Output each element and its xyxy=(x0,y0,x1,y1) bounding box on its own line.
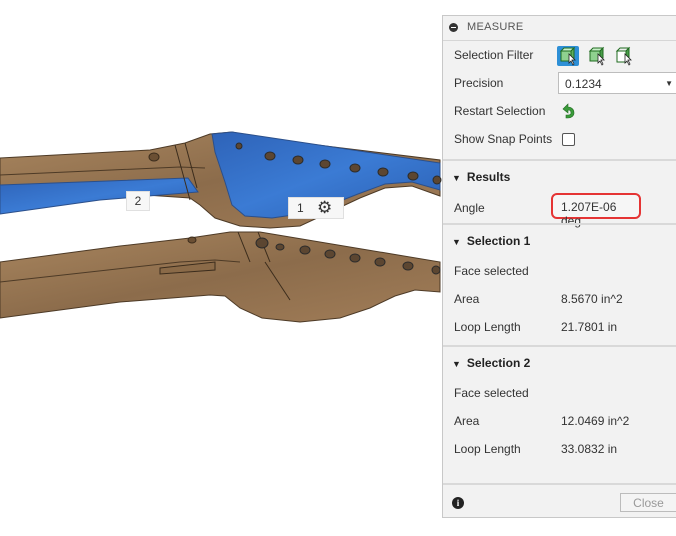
selection-1-loop-label: Loop Length xyxy=(454,320,521,334)
precision-value: 0.1234 xyxy=(565,77,602,91)
restart-icon[interactable] xyxy=(560,103,576,123)
precision-dropdown[interactable]: 0.1234 ▼ xyxy=(558,72,676,94)
selection-1-marker-number: 1 xyxy=(297,201,304,215)
upper-guitar-neck[interactable] xyxy=(0,131,442,229)
selection-filter-row: Selection Filter xyxy=(443,41,676,69)
panel-header: MEASURE xyxy=(443,16,676,41)
selection-2-heading: Selection 2 xyxy=(466,356,531,370)
lower-guitar-neck[interactable] xyxy=(0,231,441,323)
selection-1-loop-value: 21.7801 in xyxy=(561,320,618,334)
selection-filter-label: Selection Filter xyxy=(454,48,534,62)
face-filter-icon[interactable] xyxy=(557,46,579,66)
selection-1-area-label: Area xyxy=(454,292,480,306)
restart-selection-label: Restart Selection xyxy=(454,104,546,118)
selection-1-header[interactable]: ▼ Selection 1 xyxy=(452,234,530,248)
selection-2-area-value: 12.0469 in^2 xyxy=(561,414,630,428)
gear-icon[interactable]: ⚙ xyxy=(317,198,332,218)
selection-1-section: ▼ Selection 1 Face selected Area 8.5670 i… xyxy=(443,223,676,347)
show-snap-points-label: Show Snap Points xyxy=(454,132,553,146)
collapse-triangle-icon: ▼ xyxy=(452,173,461,183)
angle-label: Angle xyxy=(454,201,485,215)
precision-label: Precision xyxy=(454,76,504,90)
show-snap-points-row: Show Snap Points xyxy=(443,125,676,153)
collapse-triangle-icon: ▼ xyxy=(452,359,461,369)
selection-2-loop-label: Loop Length xyxy=(454,442,521,456)
selection-2-marker-number: 2 xyxy=(134,194,142,208)
selection-1-area-value: 8.5670 in^2 xyxy=(561,292,623,306)
measure-panel: MEASURE Selection Filter Precision 0.123… xyxy=(442,15,676,518)
results-heading: Results xyxy=(466,170,511,184)
selection-2-area-label: Area xyxy=(454,414,480,428)
body-filter-icon[interactable] xyxy=(613,46,635,66)
panel-footer: i Close xyxy=(443,483,676,521)
selection-1-status: Face selected xyxy=(454,264,529,278)
selection-1-marker[interactable]: 1 ⚙ xyxy=(288,197,344,219)
show-snap-points-checkbox[interactable] xyxy=(562,133,575,146)
collapse-icon[interactable] xyxy=(449,23,458,32)
info-icon[interactable]: i xyxy=(452,497,464,509)
chevron-down-icon: ▼ xyxy=(665,79,673,88)
selection-1-heading: Selection 1 xyxy=(466,234,531,248)
panel-title: MEASURE xyxy=(467,21,524,33)
restart-selection-row: Restart Selection xyxy=(443,97,676,125)
precision-row: Precision 0.1234 ▼ xyxy=(443,69,676,97)
selection-2-status: Face selected xyxy=(454,386,529,400)
angle-value-box: 1.207E-06 deg xyxy=(551,193,641,228)
edge-filter-icon[interactable] xyxy=(586,46,608,66)
selection-2-marker[interactable]: 2 xyxy=(126,191,150,211)
selection-2-header[interactable]: ▼ Selection 2 xyxy=(452,356,530,370)
selection-2-loop-value: 33.0832 in xyxy=(561,442,618,456)
results-header[interactable]: ▼ Results xyxy=(452,170,510,184)
close-button[interactable]: Close xyxy=(620,493,676,512)
selection-2-section: ▼ Selection 2 Face selected Area 12.0469 … xyxy=(443,345,676,485)
collapse-triangle-icon: ▼ xyxy=(452,237,461,247)
